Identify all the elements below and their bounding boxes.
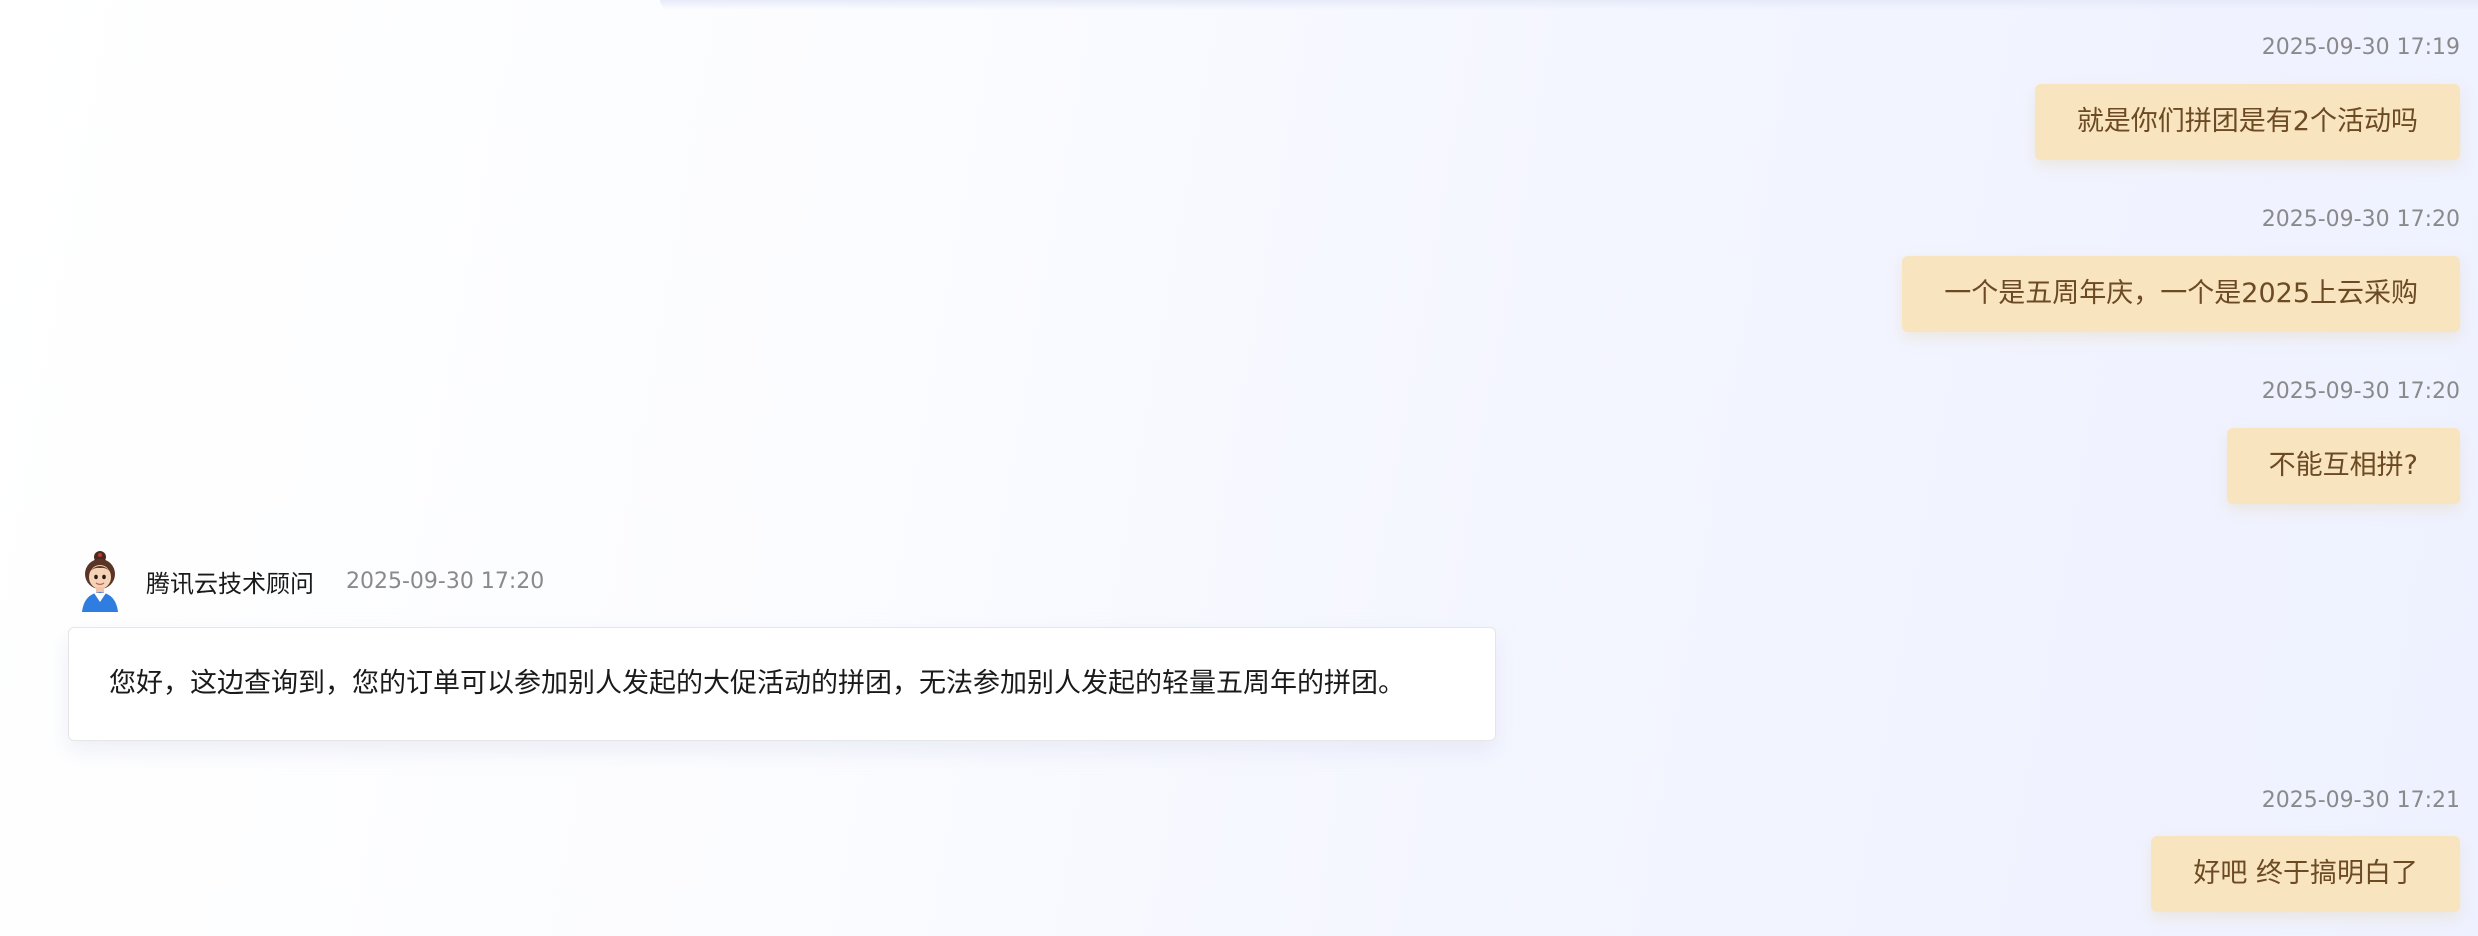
agent-message-bubble: 您好，这边查询到，您的订单可以参加别人发起的大促活动的拼团，无法参加别人发起的轻… (68, 627, 1496, 741)
message-timestamp: 2025-09-30 17:20 (346, 568, 545, 594)
user-message-bubble: 就是你们拼团是有2个活动吗 (2034, 84, 2460, 160)
agent-message-header: 腾讯云技术顾问 2025-09-30 17:20 (76, 550, 544, 612)
advisor-avatar-icon[interactable] (76, 550, 124, 612)
message-timestamp: 2025-09-30 17:21 (2261, 788, 2460, 813)
user-message-bubble: 不能互相拼? (2226, 428, 2460, 504)
chat-message-list[interactable]: 2025-09-30 17:19 就是你们拼团是有2个活动吗 2025-09-3… (0, 0, 2478, 936)
agent-name: 腾讯云技术顾问 (146, 569, 314, 598)
message-timestamp: 2025-09-30 17:19 (2261, 35, 2460, 60)
user-message-bubble: 一个是五周年庆，一个是2025上云采购 (1902, 256, 2460, 332)
user-message-bubble: 好吧 终于搞明白了 (2151, 836, 2460, 912)
message-timestamp: 2025-09-30 17:20 (2261, 207, 2460, 232)
message-timestamp: 2025-09-30 17:20 (2261, 379, 2460, 404)
